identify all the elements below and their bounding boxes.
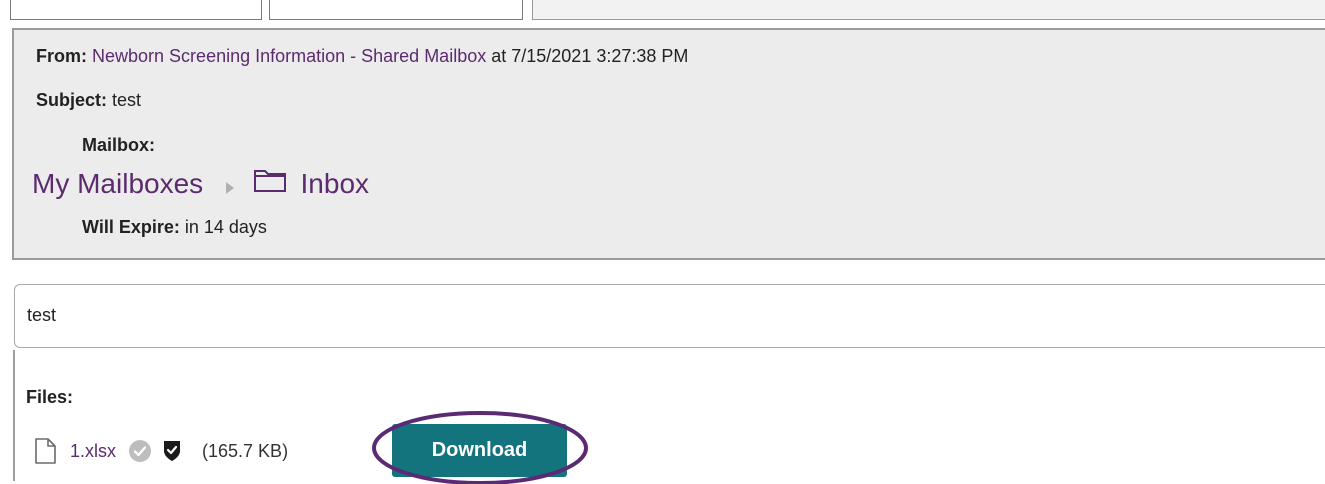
file-icon — [34, 438, 56, 464]
files-label: Files: — [26, 387, 74, 407]
expire-label: Will Expire: — [82, 217, 180, 237]
message-body-text: test — [27, 305, 57, 325]
tab-3-active[interactable] — [532, 0, 1325, 20]
breadcrumb-my-mailboxes-link[interactable]: My Mailboxes — [32, 168, 203, 199]
chevron-right-icon — [225, 170, 235, 202]
expire-value: in 14 days — [184, 217, 267, 237]
tab-2[interactable] — [269, 0, 523, 20]
from-label: From: — [36, 46, 87, 66]
file-row: 1.xlsx (165.7 KB) — [34, 433, 288, 469]
subject-label: Subject: — [36, 90, 108, 110]
mailbox-label: Mailbox: — [82, 135, 156, 155]
verified-check-icon — [128, 439, 152, 463]
folder-icon — [253, 167, 287, 200]
shield-icon — [162, 439, 182, 463]
breadcrumb: My Mailboxes Inbox — [32, 168, 369, 202]
from-sender-link[interactable]: Newborn Screening Information - Shared M… — [92, 46, 486, 66]
download-button[interactable]: Download — [392, 424, 567, 477]
message-body-box: test — [14, 284, 1325, 348]
file-name-link[interactable]: 1.xlsx — [70, 441, 116, 462]
file-size: (165.7 KB) — [202, 440, 289, 461]
expire-row: Will Expire: in 14 days — [82, 217, 267, 238]
from-row: From: Newborn Screening Information - Sh… — [36, 46, 688, 67]
message-header-panel: From: Newborn Screening Information - Sh… — [12, 28, 1325, 260]
files-section-divider — [13, 350, 15, 481]
subject-row: Subject: test — [36, 90, 141, 111]
tab-1[interactable] — [10, 0, 262, 20]
from-timestamp: at 7/15/2021 3:27:38 PM — [491, 46, 689, 66]
breadcrumb-inbox-link[interactable]: Inbox — [301, 168, 370, 199]
subject-value: test — [112, 90, 142, 110]
